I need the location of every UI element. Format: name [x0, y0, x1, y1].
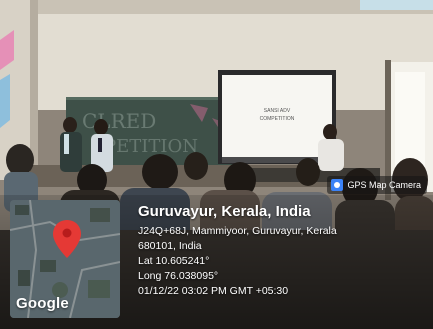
address-line: 680101, India [138, 240, 202, 252]
address-line: J24Q+68J, Mammiyoor, Guruvayur, Kerala [138, 225, 337, 237]
gps-map-camera-badge: GPS Map Camera [327, 176, 427, 194]
chalkboard-text: CLRED [82, 109, 156, 133]
timestamp: 01/12/22 03:02 PM GMT +05:30 [138, 285, 289, 297]
location-title: Guruvayur, Kerala, India [138, 203, 311, 220]
camera-icon [331, 179, 344, 191]
longitude: Long 76.038095° [138, 270, 219, 282]
projector-text: COMPETITION [260, 116, 295, 122]
badge-label: GPS Map Camera [347, 180, 421, 190]
photo-frame: CLRED PETITION SANSI ADV COMPETITION GPS… [0, 0, 433, 329]
chalkboard-text: PETITION [104, 136, 198, 157]
map-thumbnail: Google [10, 200, 120, 318]
location-info: Guruvayur, Kerala, India J24Q+68J, Mammi… [138, 203, 428, 299]
map-attribution: Google [16, 295, 69, 312]
latitude: Lat 10.605241° [138, 255, 210, 267]
projector-text: SANSI ADV [264, 108, 291, 114]
